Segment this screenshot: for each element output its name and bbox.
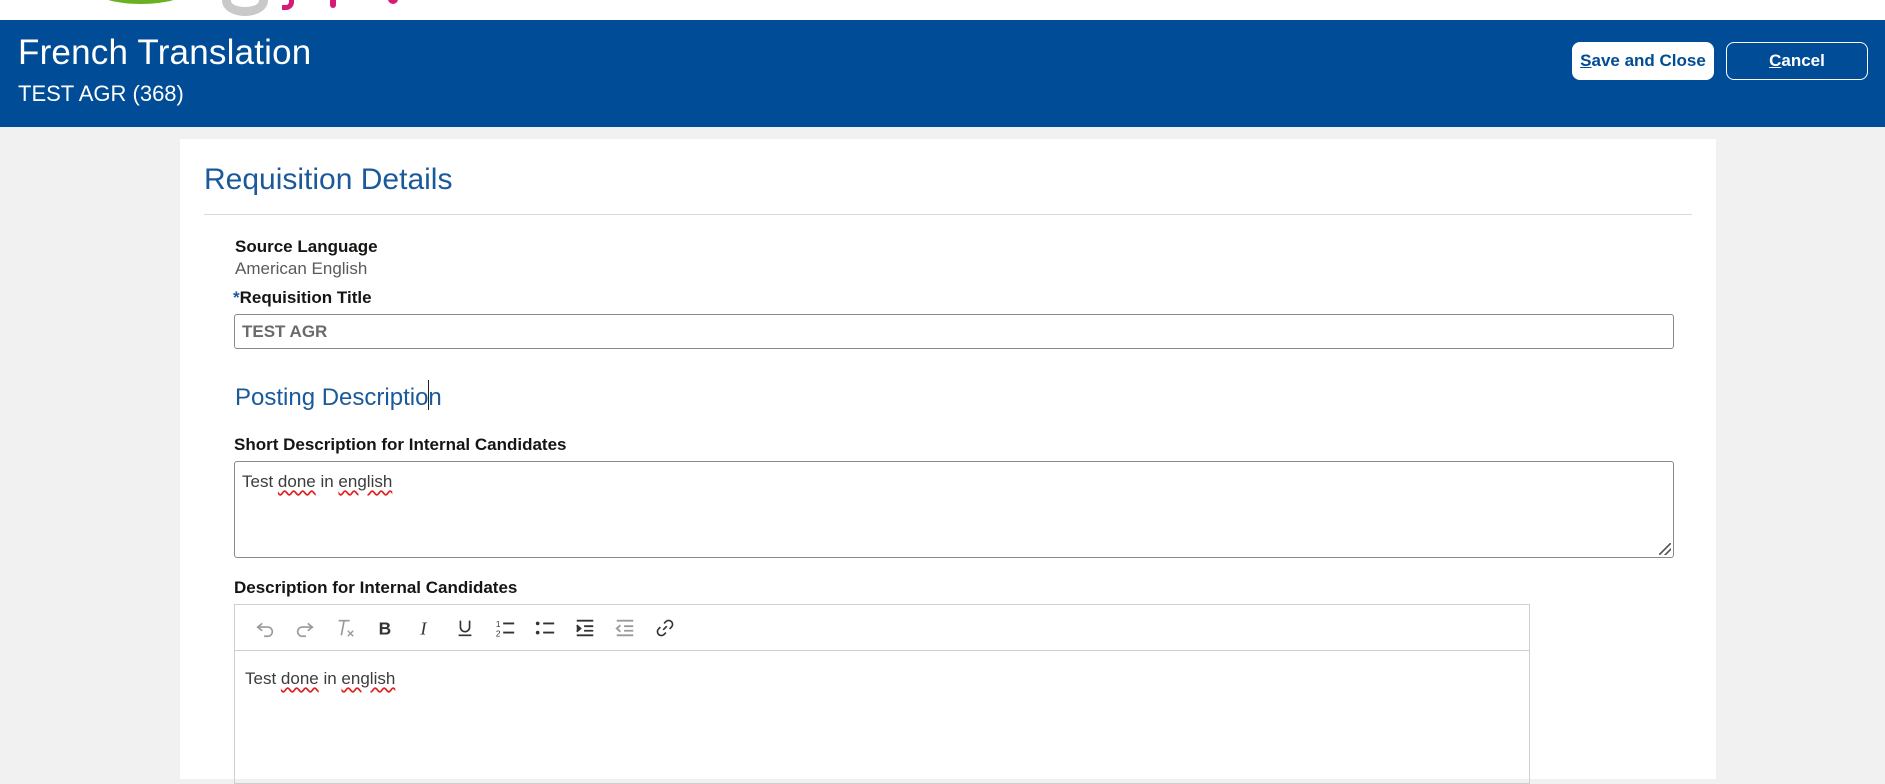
logo-letter [388,0,398,4]
bulleted-list-icon[interactable] [525,610,565,646]
text-segment: Test [245,669,281,688]
requisition-title-input[interactable]: TEST AGR [234,314,1674,349]
resize-handle-icon[interactable] [1659,543,1671,555]
undo-icon[interactable] [245,610,285,646]
text-segment: in [315,472,339,491]
description-label: Description for Internal Candidates [234,578,518,597]
text-cursor [428,380,429,410]
italic-icon[interactable]: I [405,610,445,646]
indent-icon[interactable] [565,610,605,646]
editor-content[interactable]: Test done in english [235,651,1529,707]
required-indicator: * [233,288,240,307]
underline-icon[interactable] [445,610,485,646]
posting-description-title: Posting Description [235,384,442,411]
clear-formatting-icon[interactable] [325,610,365,646]
source-language-label: Source Language [235,237,378,256]
svg-text:I: I [419,618,427,638]
numbered-list-icon[interactable]: 12 [485,610,525,646]
cancel-access-key: C [1769,51,1782,70]
short-description-label: Short Description for Internal Candidate… [234,435,567,454]
logo-ampersand [222,0,268,16]
misspelled-word: english [338,472,393,491]
page-subtitle: TEST AGR (368) [18,81,184,106]
logo-letter [282,0,294,10]
link-icon[interactable] [645,610,685,646]
save-and-close-button[interactable]: Save and Close [1572,42,1714,80]
requisition-title-label: *Requisition Title [233,288,372,308]
text-segment: Test [242,472,278,491]
short-description-textarea[interactable]: Test done in english [234,461,1674,558]
outdent-icon[interactable] [605,610,645,646]
logo-swoosh [96,0,186,4]
description-rich-text-editor[interactable]: B I 12 Test done in english [234,604,1530,784]
page-title: French Translation [18,33,312,72]
cancel-label-rest: ancel [1781,51,1825,70]
misspelled-word: done [277,472,316,491]
source-language-value: American English [235,259,368,278]
redo-icon[interactable] [285,610,325,646]
text-segment: in [318,669,342,688]
page-header: French Translation TEST AGR (368) Save a… [0,20,1885,127]
svg-text:B: B [379,618,392,638]
requisition-details-panel: Requisition Details Source Language Amer… [180,139,1716,784]
logo-letter [330,0,336,8]
section-divider [204,214,1692,215]
svg-text:1: 1 [496,620,501,629]
misspelled-word: done [280,669,319,688]
save-label-rest: ave and Close [1591,51,1706,70]
section-title: Requisition Details [204,163,453,196]
cancel-button[interactable]: Cancel [1726,42,1868,80]
requisition-title-label-text: Requisition Title [239,288,372,307]
save-access-key: S [1580,51,1592,70]
bold-icon[interactable]: B [365,610,405,646]
editor-toolbar: B I 12 [235,605,1529,651]
brand-logo-strip [0,0,1885,20]
svg-text:2: 2 [496,629,501,638]
misspelled-word: english [341,669,396,688]
